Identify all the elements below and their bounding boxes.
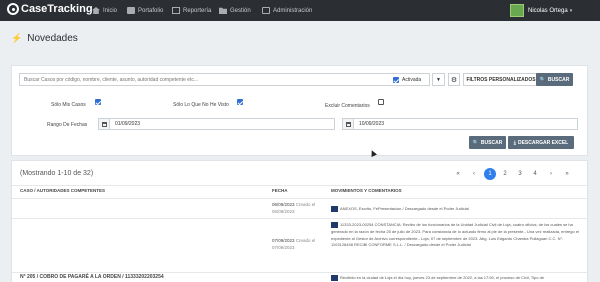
activada-checkbox[interactable] [393,77,399,83]
calendar-icon [343,119,354,129]
chevron-down-icon: ▾ [569,7,573,14]
solo-mis-casos-label: Sólo Mis Casos [51,102,86,108]
document-icon [331,275,338,281]
chart-icon [172,7,180,14]
excluir-comentarios-label: Excluir Comentarios [325,103,370,109]
pagination-prev[interactable]: ‹ [469,168,479,180]
pagination-page-3[interactable]: 3 [515,168,525,180]
search-options-dropdown[interactable]: ▼ [432,73,445,86]
row-creado-fecha: 07/09/2023 [272,245,295,250]
column-header-fecha: FECHA [272,188,288,193]
row-movimiento[interactable]: Recibido en la ciudad de Loja el día hoy… [331,275,583,282]
brand-logo[interactable]: CaseTracking [7,3,93,15]
column-header-caso: CASO / AUTORIDADES COMPETENTES [20,188,106,193]
nav-item-reporteria[interactable]: Reportería [172,7,211,14]
gear-icon: ⚙ [450,76,458,84]
nav-item-inicio[interactable]: Inicio [92,7,117,14]
row-movimiento[interactable]: 11333-2023-00254 CONSTANCIA: Recibo de l… [331,222,583,249]
calendar-icon [99,119,110,129]
brand-name: CaseTracking [21,3,93,15]
filtros-personalizados-label: FILTROS PERSONALIZADOS [466,76,536,83]
divider [12,185,587,186]
divider [12,218,587,219]
buscar-label: BUSCAR [480,139,503,146]
search-input[interactable] [20,74,380,85]
row-creado-label: Creado el [295,202,316,207]
divider [12,198,587,199]
row-fecha-value: 07/09/2023 [272,238,295,243]
descargar-excel-label: DESCARGAR EXCEL [517,139,569,146]
document-icon [331,222,338,228]
row-fecha: 07/09/2023 Creado el 07/09/2023 [272,237,315,251]
briefcase-icon [127,7,135,14]
pagination-page-1[interactable]: 1 [484,168,496,180]
pagination-page-2[interactable]: 2 [500,168,510,180]
row-movimiento-text: Recibido en la ciudad de Loja el día hoy… [340,275,545,281]
user-menu[interactable]: Nicolas Ortega ▾ [510,4,572,17]
activada-toggle[interactable]: Activada [393,77,421,83]
nav-item-label: Inicio [103,7,118,14]
nav-item-portafolio[interactable]: Portafolio [127,7,163,14]
top-navbar: CaseTracking Inicio Portafolio Reporterí… [0,0,600,21]
date-from-field[interactable]: 01/09/2023 [98,118,335,130]
results-count: (Mostrando 1-10 de 32) [20,170,94,177]
filtros-personalizados-button[interactable]: FILTROS PERSONALIZADOS ▼ [463,73,545,86]
page-title: ⚡ Novedades [11,33,78,44]
pagination-page-4[interactable]: 4 [530,168,540,180]
brand-logo-icon [7,3,19,15]
settings-button[interactable]: ⚙ [448,73,460,86]
nav-item-label: Reportería [183,7,212,14]
home-icon [92,7,100,14]
search-box: Activada [19,73,430,86]
date-to-value: 10/09/2023 [359,121,385,127]
pagination-last[interactable]: » [561,168,573,180]
activada-label: Activada [402,77,422,83]
row-fecha: 06/09/2023 Creado el 06/09/2023 [272,201,315,215]
results-panel: (Mostrando 1-10 de 32) « ‹ 1 2 3 4 › » C… [11,160,588,282]
solo-no-visto-label: Sólo Lo Que No He Visto [173,102,229,108]
date-from-value: 01/09/2023 [115,121,141,127]
folder-icon [219,7,227,14]
row-creado-fecha: 06/09/2023 [272,209,295,214]
row-creado-label: Creado el [295,238,316,243]
nav-item-gestion[interactable]: Gestión [219,7,251,14]
nav-item-label: Administración [273,7,313,14]
rango-fechas-label: Rango De Fechas [47,122,88,128]
avatar [510,4,524,17]
descargar-excel-button[interactable]: ⤓ DESCARGAR EXCEL [508,136,574,149]
pagination-next[interactable]: › [546,168,556,180]
row-fecha-value: 06/09/2023 [272,202,295,207]
solo-no-visto-checkbox[interactable] [237,99,243,105]
buscar-top-button[interactable]: 🔍 BUSCAR [536,73,573,86]
filters-panel: Activada ▼ ⚙ FILTROS PERSONALIZADOS ▼ 🔍 … [11,65,588,156]
excluir-comentarios-checkbox[interactable] [378,99,384,105]
date-to-field[interactable]: 10/09/2023 [342,118,578,130]
row-movimiento-text: 11333-2023-00254 CONSTANCIA: Recibo de l… [331,222,579,248]
page-title-text: Novedades [27,33,78,44]
column-header-movimientos: MOVIMIENTOS Y COMENTARIOS [331,188,402,193]
divider [12,272,587,273]
solo-mis-casos-checkbox[interactable] [95,99,101,105]
buscar-top-label: BUSCAR [547,76,570,83]
nav-item-administracion[interactable]: Administración [262,7,312,14]
row-movimiento-text: ANEXOS, Escrito, FePresentacion / Descar… [340,206,469,212]
nav-item-label: Gestión [230,7,251,14]
search-icon: 🔍 [539,76,546,83]
pagination-first[interactable]: « [452,168,464,180]
bolt-icon: ⚡ [11,33,23,43]
caret-down-icon: ▼ [436,76,441,83]
case-title[interactable]: N° 205 / COBRO DE PAGARÉ A LA ORDEN / 11… [20,274,164,280]
nav-item-label: Portafolio [138,7,164,14]
document-icon [331,206,338,212]
buscar-button[interactable]: 🔍 BUSCAR [469,136,506,149]
row-movimiento[interactable]: ANEXOS, Escrito, FePresentacion / Descar… [331,206,581,213]
download-icon: ⤓ [513,139,516,146]
user-name: Nicolas Ortega [528,7,568,14]
admin-icon [262,7,270,14]
search-icon: 🔍 [472,139,479,146]
